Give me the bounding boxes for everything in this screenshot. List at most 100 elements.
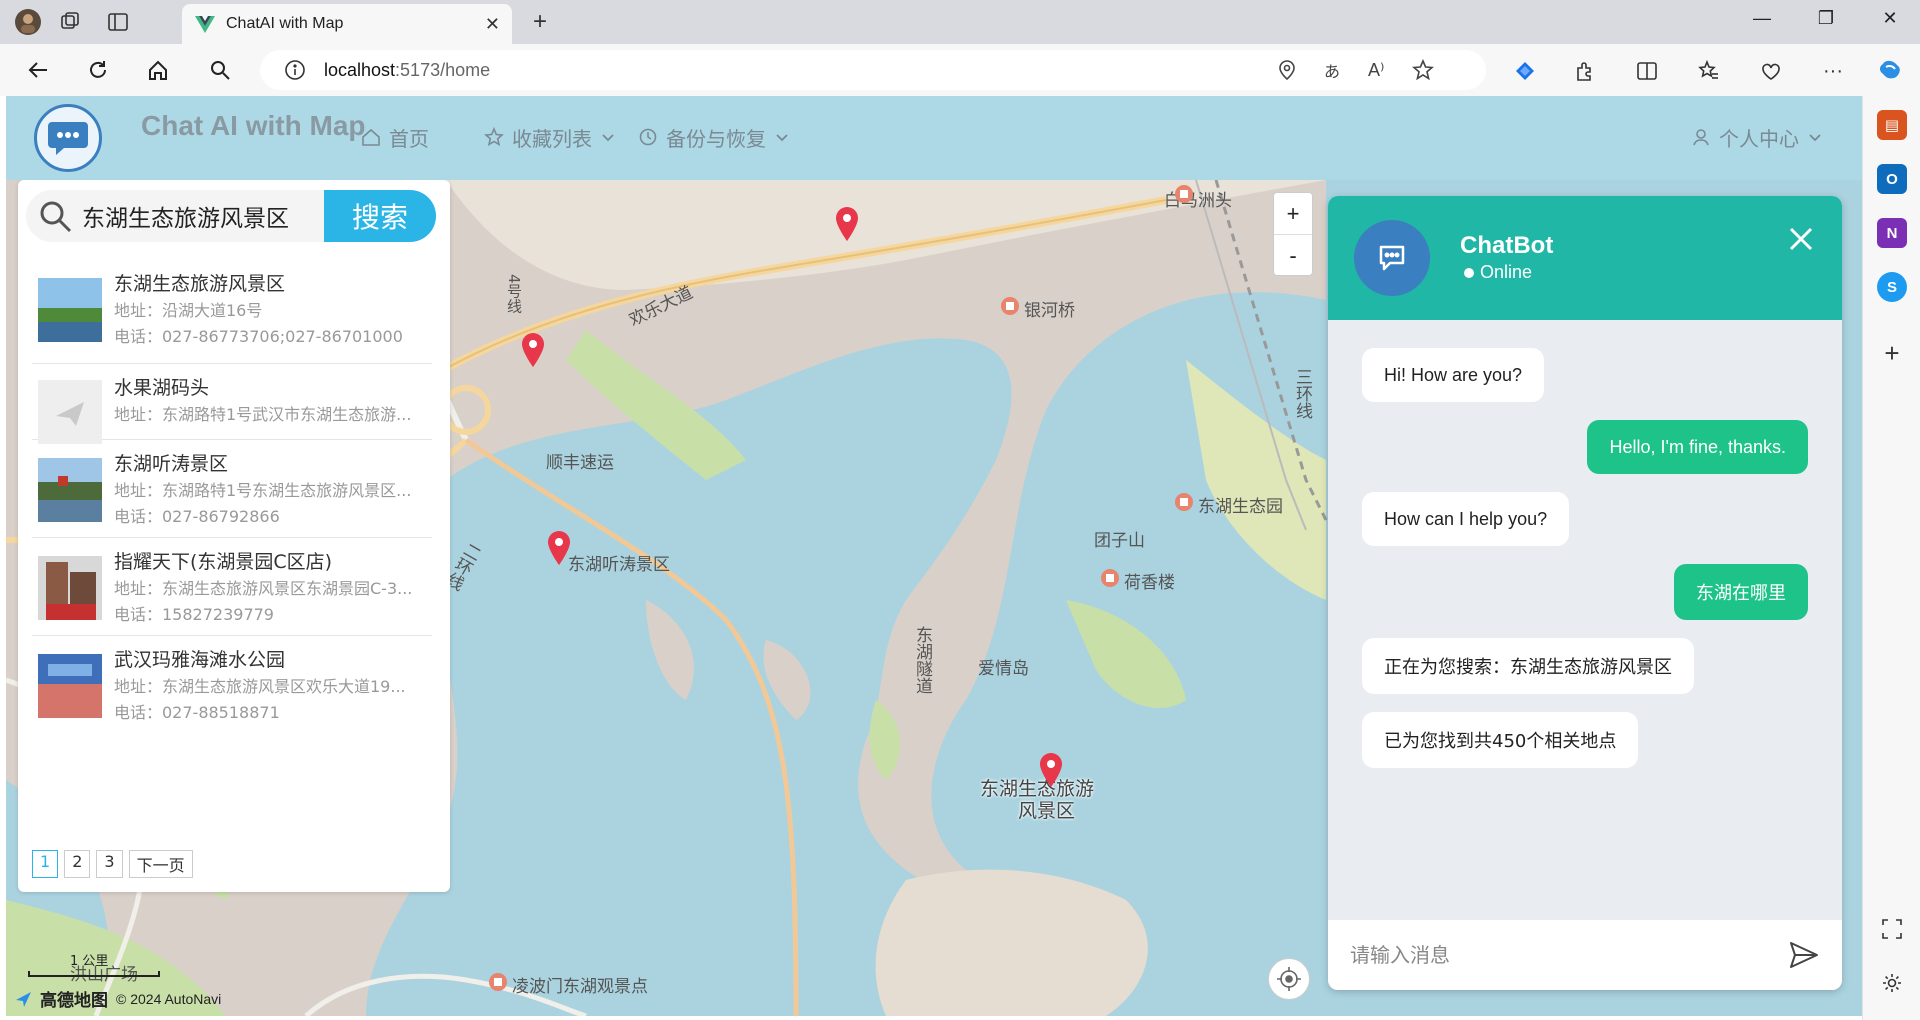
locate-button[interactable]	[1268, 958, 1310, 1000]
poi-phone: 电话：027-88518871	[114, 703, 280, 722]
search-field	[26, 190, 324, 242]
map-label-bottom: 凌波门东湖观景点	[512, 977, 648, 997]
split-screen-icon[interactable]	[1632, 56, 1662, 86]
extensions-icon[interactable]	[1570, 56, 1600, 86]
tab-chatai[interactable]: ChatAI with Map ✕	[182, 4, 512, 44]
poi-thumbnail	[38, 458, 102, 522]
settings-gear-icon[interactable]	[1877, 968, 1907, 998]
send-icon[interactable]	[1788, 939, 1820, 971]
chat-message-bot: Hi! How are you?	[1362, 348, 1545, 402]
poi-phone: 电话：15827239779	[114, 605, 274, 624]
chat-message-bot: 已为您找到共450个相关地点	[1362, 712, 1639, 768]
poi-thumbnail	[38, 556, 102, 620]
map-scale: 1 公里	[28, 950, 160, 977]
url-host: localhost	[324, 59, 396, 80]
scale-label: 1 公里	[70, 954, 109, 969]
window-close-icon[interactable]: ✕	[1870, 8, 1910, 29]
poi-icon[interactable]	[1174, 184, 1194, 204]
map-marker-icon[interactable]	[1038, 752, 1064, 788]
chevron-down-icon	[1809, 134, 1821, 142]
read-aloud-icon[interactable]: A⁾	[1368, 50, 1384, 90]
list-item[interactable]: 指耀天下(东湖景园C区店) 地址：东湖生态旅游风景区东湖景园C-3... 电话：…	[32, 538, 432, 636]
app-logo[interactable]	[34, 104, 102, 172]
zoom-in-button[interactable]: +	[1274, 193, 1312, 235]
list-item[interactable]: 东湖听涛景区 地址：东湖路特1号东湖生态旅游风景区... 电话：027-8679…	[32, 440, 432, 538]
zoom-out-button[interactable]: -	[1274, 235, 1312, 277]
poi-name: 东湖生态旅游风景区	[114, 273, 286, 295]
refresh-icon[interactable]	[84, 56, 112, 84]
list-item[interactable]: 水果湖码头 地址：东湖路特1号武汉市东湖生态旅游...	[32, 364, 432, 444]
restore-icon[interactable]: ❐	[1806, 8, 1846, 29]
home-icon[interactable]	[144, 56, 172, 84]
menu-home[interactable]: 首页	[361, 120, 429, 154]
onenote-icon[interactable]: N	[1877, 218, 1907, 248]
new-tab-icon[interactable]: +	[526, 8, 554, 36]
favorites-icon[interactable]	[1694, 56, 1724, 86]
map-marker-icon[interactable]	[520, 332, 546, 368]
skype-icon[interactable]: S	[1877, 272, 1907, 302]
map-label-shunfeng: 顺丰速运	[546, 453, 614, 473]
menu-backup[interactable]: 备份与恢复	[638, 120, 790, 154]
poi-phone: 电话：027-86792866	[114, 507, 280, 526]
map-label-yinheqiao: 银河桥	[1024, 301, 1075, 321]
edge-sidebar: ▤ O N S +	[1862, 96, 1920, 1020]
page-1[interactable]: 1	[32, 850, 59, 878]
poi-icon[interactable]	[1174, 492, 1194, 512]
poi-icon[interactable]	[1100, 568, 1120, 588]
next-page-button[interactable]: 下一页	[128, 850, 193, 878]
vertical-tabs-icon[interactable]	[104, 8, 132, 36]
location-icon[interactable]	[1276, 50, 1298, 90]
online-dot-icon	[1464, 267, 1474, 278]
search-button[interactable]: 搜索	[324, 190, 436, 242]
copilot-extension-icon[interactable]	[1510, 56, 1540, 86]
minimize-icon[interactable]: —	[1742, 8, 1782, 29]
copilot-icon[interactable]	[1876, 56, 1906, 86]
poi-address: 地址：东湖生态旅游风景区东湖景园C-3...	[114, 579, 413, 598]
workspaces-icon[interactable]	[56, 8, 84, 36]
search-results: 东湖生态旅游风景区 地址：沿湖大道16号 电话：027-86773706;027…	[32, 260, 432, 734]
profile-avatar-icon[interactable]	[14, 8, 42, 36]
search-input[interactable]	[82, 203, 302, 229]
page-3[interactable]: 3	[96, 850, 123, 878]
chat-bot-icon	[1379, 245, 1405, 271]
search-icon[interactable]	[206, 56, 234, 84]
site-info-icon[interactable]	[284, 59, 306, 81]
map-attribution: 高德地图 © 2024 AutoNavi	[14, 986, 221, 1011]
tools-icon[interactable]: ▤	[1877, 110, 1907, 140]
address-bar[interactable]: localhost:5173/home あ A⁾	[260, 50, 1486, 90]
menu-favorites-label: 收藏列表	[512, 126, 592, 151]
map-label-tuanzishan: 团子山	[1094, 531, 1145, 551]
poi-icon[interactable]	[488, 972, 508, 992]
poi-address: 地址：沿湖大道16号	[114, 301, 263, 320]
back-icon[interactable]	[24, 56, 52, 84]
list-item[interactable]: 武汉玛雅海滩水公园 地址：东湖生态旅游风景区欢乐大道19... 电话：027-8…	[32, 636, 432, 734]
bot-avatar	[1354, 220, 1430, 296]
poi-address: 地址：东湖路特1号东湖生态旅游风景区...	[114, 481, 412, 500]
outlook-icon[interactable]: O	[1877, 164, 1907, 194]
menu-favorites[interactable]: 收藏列表	[484, 120, 616, 154]
more-menu-icon[interactable]: ···	[1818, 56, 1848, 86]
map-label-scenic2: 风景区	[1018, 800, 1076, 822]
bot-name: ChatBot	[1460, 232, 1554, 259]
translate-icon[interactable]: あ	[1324, 50, 1340, 90]
search-panel: 搜索 东湖生态旅游风景区 地址：沿湖大道16号 电话：027-86773706;…	[18, 180, 450, 892]
map-label-hexianglou: 荷香楼	[1124, 573, 1175, 593]
menu-profile[interactable]: 个人中心	[1691, 120, 1823, 154]
map-marker-icon[interactable]	[834, 206, 860, 242]
tab-title: ChatAI with Map	[226, 15, 344, 32]
map-label-huan3: 三环线	[1292, 368, 1312, 419]
bot-status: Online	[1464, 262, 1532, 283]
tab-close-icon[interactable]: ✕	[485, 14, 500, 35]
favorite-star-icon[interactable]	[1412, 50, 1434, 90]
add-sidebar-app-icon[interactable]: +	[1877, 338, 1907, 368]
map-label-tingtao: 东湖听涛景区	[568, 555, 670, 575]
screenshot-icon[interactable]	[1877, 914, 1907, 944]
browser-essentials-icon[interactable]	[1756, 56, 1786, 86]
page-2[interactable]: 2	[64, 850, 91, 878]
chat-input[interactable]	[1350, 943, 1788, 967]
chat-input-bar	[1328, 920, 1842, 990]
poi-icon[interactable]	[1000, 296, 1020, 316]
map-marker-icon[interactable]	[546, 530, 572, 566]
close-icon[interactable]	[1786, 224, 1816, 254]
list-item[interactable]: 东湖生态旅游风景区 地址：沿湖大道16号 电话：027-86773706;027…	[32, 260, 432, 364]
